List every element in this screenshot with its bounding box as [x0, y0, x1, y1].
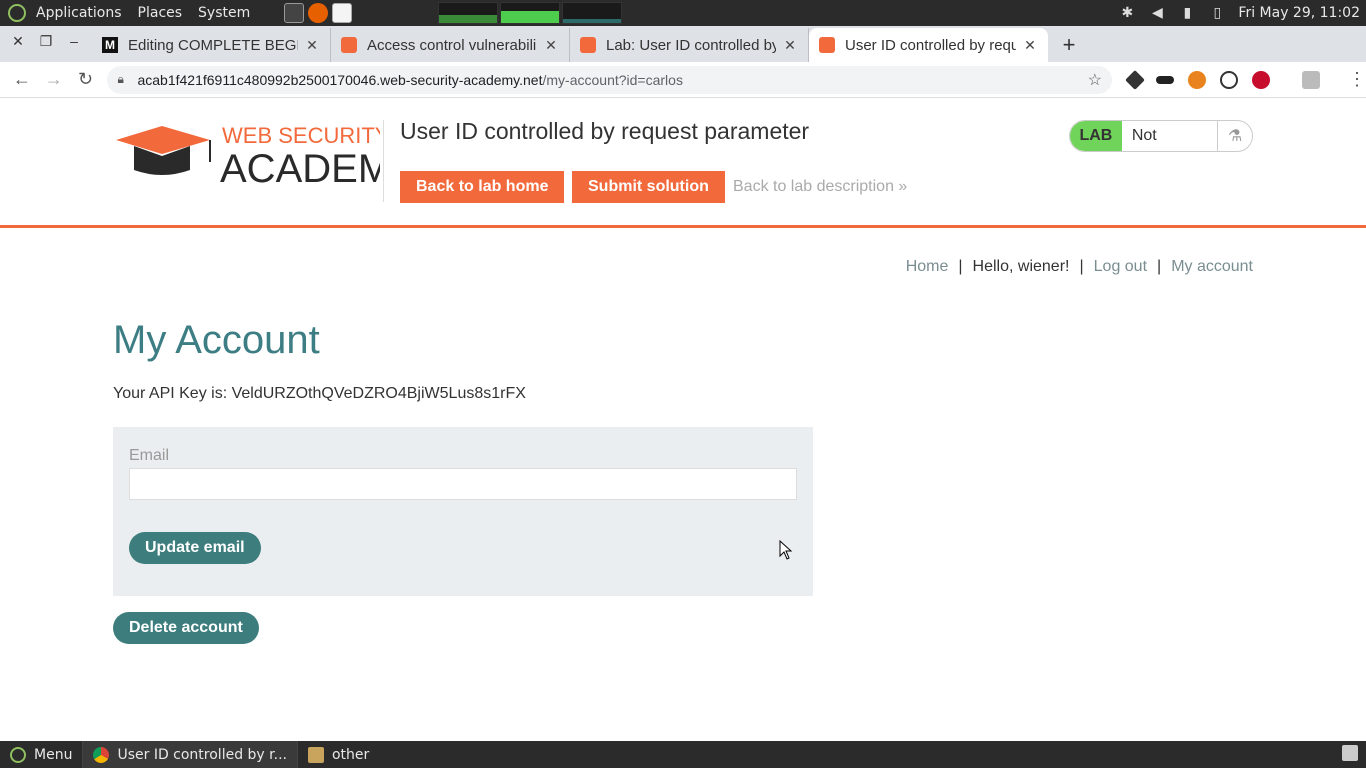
forward-arrow-icon[interactable]: →	[38, 69, 70, 90]
firefox-launcher-icon[interactable]	[308, 3, 329, 23]
page-title: My Account	[113, 318, 320, 362]
close-tab-icon[interactable]: ✕	[304, 37, 320, 54]
menu-system[interactable]: System	[190, 0, 258, 26]
close-window-icon[interactable]: ✕	[6, 29, 30, 53]
browser-tabstrip: ✕ ❐ – M Editing COMPLETE BEGI ✕ Access c…	[0, 26, 1366, 62]
system-monitors	[438, 2, 623, 24]
update-email-form: Email Update email	[113, 427, 813, 596]
lab-status-widget: LAB Not solved ⚗	[1069, 120, 1253, 152]
nav-separator: |	[1157, 258, 1162, 275]
text-editor-launcher-icon[interactable]	[332, 3, 353, 23]
browser-menu-icon[interactable]: ⋮	[1348, 69, 1366, 90]
close-tab-icon[interactable]: ✕	[1022, 37, 1038, 54]
menu-applications[interactable]: Applications	[28, 0, 130, 26]
close-tab-icon[interactable]: ✕	[543, 37, 559, 54]
portswigger-icon	[341, 37, 357, 53]
tab-title: Access control vulnerabili	[367, 36, 537, 54]
logo-text-top: WEB SECURITY	[222, 123, 380, 148]
portswigger-icon	[819, 37, 835, 53]
extension-mask-icon[interactable]	[1156, 75, 1175, 84]
desktop-icon	[1342, 744, 1358, 761]
submit-solution-button[interactable]: Submit solution	[572, 171, 725, 203]
taskbar-menu[interactable]: Menu	[0, 741, 82, 768]
menu-places[interactable]: Places	[130, 0, 191, 26]
address-bar[interactable]: 🔒︎ acab1f421f6911c480992b2500170046.web-…	[107, 65, 1113, 94]
tab-title: Lab: User ID controlled by	[606, 36, 776, 54]
email-label: Email	[129, 447, 170, 464]
taskbar-menu-label: Menu	[34, 746, 73, 763]
flask-icon: ⚗	[1227, 128, 1243, 145]
nav-home-link[interactable]: Home	[906, 258, 949, 276]
lab-status-text: Not solved	[1122, 121, 1219, 151]
nav-my-account-link[interactable]: My account	[1171, 258, 1253, 276]
browser-toolbar: ← → ↻ 🔒︎ acab1f421f6911c480992b250017004…	[0, 62, 1366, 98]
api-key-text: Your API Key is: VeldURZOthQVeDZRO4BjiW5…	[113, 385, 526, 402]
translate-icon[interactable]	[1302, 70, 1321, 89]
restore-window-icon[interactable]: ❐	[34, 29, 58, 53]
nav-logout-link[interactable]: Log out	[1094, 258, 1147, 276]
update-email-button[interactable]: Update email	[129, 532, 261, 564]
back-to-lab-home-button[interactable]: Back to lab home	[400, 171, 565, 203]
window-controls: ✕ ❐ –	[0, 26, 92, 62]
medium-icon: M	[102, 37, 118, 53]
web-security-academy-logo[interactable]: WEB SECURITY ACADEMY	[114, 120, 380, 188]
clock[interactable]: Fri May 29, 11:02	[1238, 5, 1360, 21]
header-divider	[383, 120, 384, 202]
menu-logo-icon	[10, 746, 26, 763]
taskbar-task-label: other	[331, 746, 370, 763]
lab-header: WEB SECURITY ACADEMY User ID controlled …	[0, 98, 1366, 228]
tab-access-control[interactable]: Access control vulnerabili ✕	[331, 28, 570, 62]
chrome-icon	[93, 746, 110, 763]
back-arrow-icon[interactable]: ←	[6, 69, 38, 90]
adblock-plus-icon[interactable]	[1252, 70, 1271, 89]
url-path: /my-account?id=carlos	[542, 71, 683, 88]
close-tab-icon[interactable]: ✕	[782, 37, 798, 54]
delete-account-button[interactable]: Delete account	[113, 612, 259, 644]
network-signal-icon[interactable]: ▮	[1178, 4, 1196, 22]
network-monitor	[562, 2, 623, 24]
nav-separator: |	[958, 258, 963, 275]
system-panel: Applications Places System ✱ ◀ ▮ ▯ Fri M…	[0, 0, 1366, 26]
extension-b-icon[interactable]	[1220, 70, 1239, 89]
cpu-monitor	[438, 2, 499, 24]
system-tray: ✱ ◀ ▮ ▯ Fri May 29, 11:02	[1118, 4, 1366, 22]
tab-lab[interactable]: Lab: User ID controlled by ✕	[570, 28, 809, 62]
email-input[interactable]	[129, 468, 797, 500]
tab-editing[interactable]: M Editing COMPLETE BEGI ✕	[92, 28, 331, 62]
tab-title: User ID controlled by requ	[845, 36, 1016, 54]
nav-greeting: Hello, wiener!	[972, 258, 1070, 275]
lab-badge: LAB	[1070, 121, 1122, 151]
bookmark-star-icon[interactable]: ☆	[1088, 70, 1102, 90]
taskbar-folder-window[interactable]: other	[296, 741, 379, 768]
nav-separator: |	[1079, 258, 1084, 275]
url-host: acab1f421f6911c480992b2500170046.web-sec…	[137, 71, 543, 88]
show-desktop[interactable]	[1342, 744, 1366, 765]
tab-title: Editing COMPLETE BEGI	[128, 36, 298, 54]
back-to-lab-description-link[interactable]: Back to lab description »	[733, 178, 907, 196]
extension-diamond-icon[interactable]	[1125, 69, 1145, 90]
metamask-fox-icon[interactable]	[1188, 70, 1207, 89]
logo-text-bottom: ACADEMY	[220, 147, 380, 188]
reload-icon[interactable]: ↻	[70, 69, 102, 90]
terminal-launcher-icon[interactable]	[284, 3, 305, 23]
minimize-window-icon[interactable]: –	[62, 29, 86, 53]
mate-logo-icon[interactable]	[8, 4, 26, 22]
mouse-cursor-icon	[779, 540, 793, 560]
new-tab-button[interactable]: +	[1054, 28, 1084, 62]
folder-icon	[307, 746, 324, 763]
memory-monitor	[500, 2, 561, 24]
launchers	[284, 3, 353, 23]
lab-title: User ID controlled by request parameter	[400, 118, 810, 144]
bottom-taskbar: Menu User ID controlled by r... other	[0, 741, 1366, 768]
lock-icon[interactable]: 🔒︎	[117, 72, 129, 87]
volume-icon[interactable]: ◀	[1148, 4, 1166, 22]
battery-icon[interactable]: ▯	[1208, 4, 1226, 22]
portswigger-icon	[580, 37, 596, 53]
taskbar-chrome-window[interactable]: User ID controlled by r...	[82, 741, 297, 768]
taskbar-task-label: User ID controlled by r...	[117, 746, 287, 763]
bluetooth-icon[interactable]: ✱	[1118, 4, 1136, 22]
tab-user-id-active[interactable]: User ID controlled by requ ✕	[809, 28, 1048, 62]
extensions	[1125, 69, 1321, 90]
account-nav: Home | Hello, wiener! | Log out | My acc…	[906, 258, 1253, 276]
